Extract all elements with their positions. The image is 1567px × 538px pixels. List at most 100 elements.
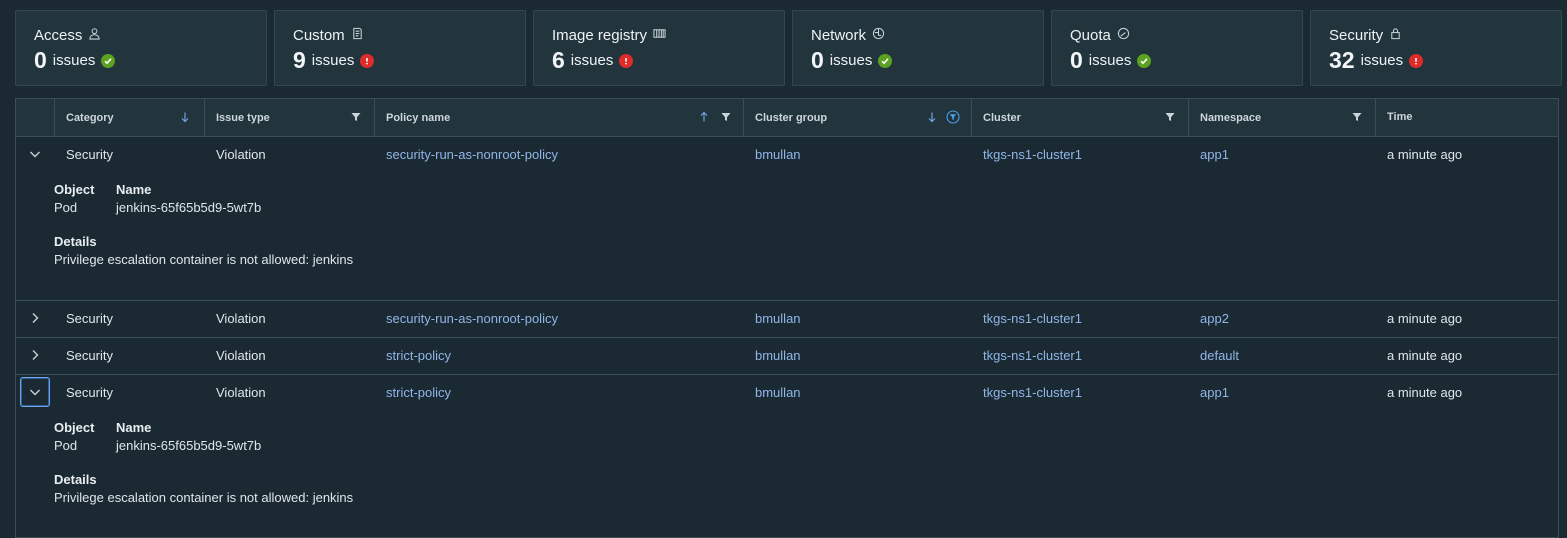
cell-time: a minute ago [1387, 348, 1463, 363]
object-label: Object [54, 420, 95, 435]
cell-issue-type: Violation [216, 311, 266, 326]
card-title: Network [811, 26, 867, 44]
lock-icon [1389, 27, 1402, 44]
cluster-link[interactable]: tkgs-ns1-cluster1 [983, 137, 1082, 173]
table-row[interactable]: Security Violation strict-policy bmullan… [16, 375, 1558, 411]
table-row[interactable]: Security Violation security-run-as-nonro… [16, 301, 1558, 338]
cluster-link[interactable]: tkgs-ns1-cluster1 [983, 301, 1082, 337]
collapse-row-button[interactable] [20, 139, 50, 169]
column-header-policy-name[interactable]: Policy name [374, 99, 450, 136]
name-label: Name [116, 420, 152, 435]
issue-count: 6 [552, 47, 565, 73]
registry-icon [653, 27, 666, 44]
cell-issue-type: Violation [216, 147, 266, 162]
sort-descending-icon[interactable] [926, 111, 938, 123]
details-label: Details [54, 234, 97, 249]
issue-count: 0 [1070, 47, 1083, 73]
card-network[interactable]: Network 0 issues [792, 10, 1044, 86]
issue-count: 0 [811, 47, 824, 73]
cell-time: a minute ago [1387, 385, 1463, 400]
cluster-link[interactable]: tkgs-ns1-cluster1 [983, 375, 1082, 411]
details-value: Privilege escalation container is not al… [54, 252, 354, 267]
namespace-link[interactable]: app1 [1200, 137, 1229, 173]
error-circle-icon [1409, 53, 1424, 68]
card-title: Security [1329, 26, 1384, 44]
card-title: Image registry [552, 26, 648, 44]
user-icon [88, 27, 101, 44]
column-header-issue-type[interactable]: Issue type [204, 99, 270, 136]
filter-icon[interactable] [350, 111, 362, 123]
chevron-right-icon [32, 350, 39, 360]
document-icon [351, 27, 364, 44]
cluster-group-link[interactable]: bmullan [755, 375, 801, 411]
issue-label: issues [1088, 52, 1132, 69]
check-circle-icon [101, 53, 116, 68]
collapse-row-button[interactable] [20, 377, 50, 407]
table-row[interactable]: Security Violation strict-policy bmullan… [16, 338, 1558, 375]
issue-label: issues [311, 52, 355, 69]
check-circle-icon [1137, 53, 1152, 68]
error-circle-icon [360, 53, 375, 68]
row-detail-panel: Object Pod Name jenkins-65f65b5d9-5wt7b … [16, 411, 1558, 538]
filter-icon[interactable] [1164, 111, 1176, 123]
sort-ascending-icon[interactable] [698, 111, 710, 123]
namespace-link[interactable]: app2 [1200, 301, 1229, 337]
policy-name-link[interactable]: strict-policy [386, 375, 451, 411]
cell-time: a minute ago [1387, 147, 1463, 162]
details-label: Details [54, 472, 97, 487]
details-value: Privilege escalation container is not al… [54, 490, 354, 505]
namespace-link[interactable]: default [1200, 338, 1239, 374]
grid-header: Category Issue type Policy name Cluster … [16, 99, 1558, 137]
issue-label: issues [570, 52, 614, 69]
chevron-down-icon [30, 151, 40, 158]
policy-name-link[interactable]: security-run-as-nonroot-policy [386, 301, 558, 337]
issue-count: 32 [1329, 47, 1355, 73]
card-custom[interactable]: Custom 9 issues [274, 10, 526, 86]
policy-name-link[interactable]: security-run-as-nonroot-policy [386, 137, 558, 173]
column-header-time[interactable]: Time [1375, 99, 1412, 136]
card-title: Access [34, 26, 83, 44]
card-image-registry[interactable]: Image registry 6 issues [533, 10, 785, 86]
card-access[interactable]: Access 0 issues [15, 10, 267, 86]
cluster-group-link[interactable]: bmullan [755, 301, 801, 337]
gauge-icon [1117, 27, 1130, 44]
summary-cards: Access 0 issues Custom 9 issues Image re… [15, 10, 1562, 86]
cluster-link[interactable]: tkgs-ns1-cluster1 [983, 338, 1082, 374]
card-security[interactable]: Security 32 issues [1310, 10, 1562, 86]
cell-category: Security [66, 348, 113, 363]
policy-name-link[interactable]: strict-policy [386, 338, 451, 374]
column-header-cluster-group[interactable]: Cluster group [743, 99, 827, 136]
filter-active-icon[interactable] [946, 110, 960, 124]
cell-issue-type: Violation [216, 385, 266, 400]
issue-label: issues [52, 52, 96, 69]
issue-label: issues [1360, 52, 1404, 69]
check-circle-icon [878, 53, 893, 68]
row-detail-panel: Object Pod Name jenkins-65f65b5d9-5wt7b … [16, 173, 1558, 301]
card-quota[interactable]: Quota 0 issues [1051, 10, 1303, 86]
issue-label: issues [829, 52, 873, 69]
column-header-cluster[interactable]: Cluster [971, 99, 1021, 136]
cell-time: a minute ago [1387, 311, 1463, 326]
cell-category: Security [66, 385, 113, 400]
name-value: jenkins-65f65b5d9-5wt7b [116, 438, 262, 453]
column-header-namespace[interactable]: Namespace [1188, 99, 1261, 136]
expand-row-button[interactable] [20, 303, 50, 333]
card-title: Quota [1070, 26, 1111, 44]
cell-category: Security [66, 147, 113, 162]
filter-icon[interactable] [1351, 111, 1363, 123]
name-label: Name [116, 182, 152, 197]
filter-icon[interactable] [720, 111, 732, 123]
name-value: jenkins-65f65b5d9-5wt7b [116, 200, 262, 215]
card-title: Custom [293, 26, 345, 44]
table-row[interactable]: Security Violation security-run-as-nonro… [16, 137, 1558, 173]
object-value: Pod [54, 200, 78, 215]
issue-count: 0 [34, 47, 47, 73]
cluster-group-link[interactable]: bmullan [755, 338, 801, 374]
sort-descending-icon[interactable] [179, 111, 191, 123]
namespace-link[interactable]: app1 [1200, 375, 1229, 411]
object-value: Pod [54, 438, 78, 453]
cell-category: Security [66, 311, 113, 326]
column-header-category[interactable]: Category [54, 99, 114, 136]
cluster-group-link[interactable]: bmullan [755, 137, 801, 173]
expand-row-button[interactable] [20, 340, 50, 370]
